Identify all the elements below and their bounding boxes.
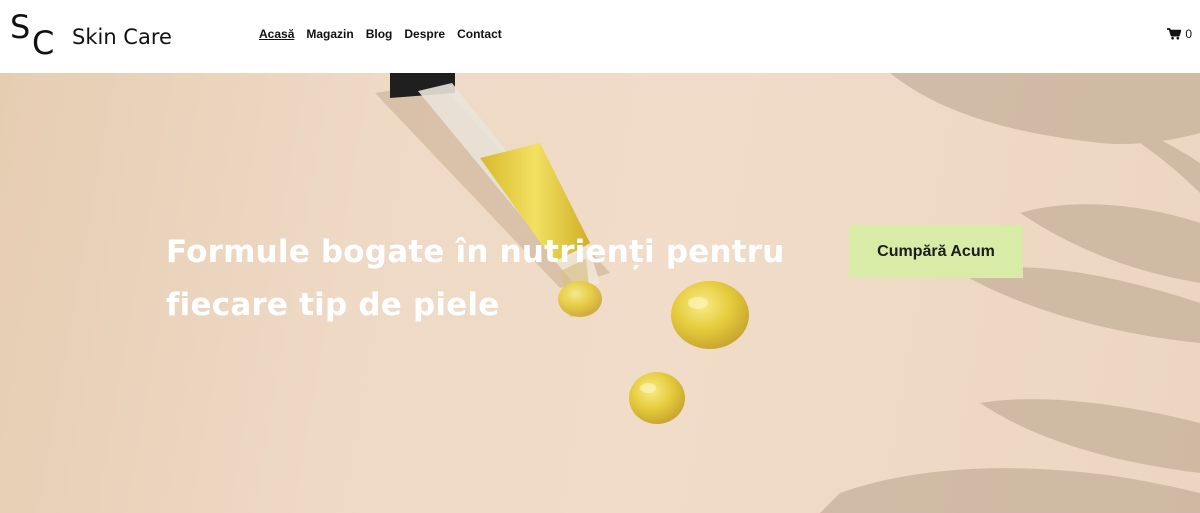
cart-count: 0	[1185, 27, 1192, 41]
brand-logo-mark: S C	[10, 8, 62, 62]
logo-letter-c: C	[32, 24, 55, 62]
brand-name: Skin Care	[72, 25, 172, 49]
nav-item-despre[interactable]: Despre	[404, 27, 445, 41]
site-header: S C Skin Care Acasă Magazin Blog Despre …	[0, 0, 1200, 73]
nav-item-acasa[interactable]: Acasă	[259, 27, 294, 41]
shop-now-button[interactable]: Cumpără Acum	[849, 225, 1023, 278]
hero-banner: Formule bogate în nutrienți pentru fieca…	[0, 73, 1200, 513]
hero-title: Formule bogate în nutrienți pentru fieca…	[166, 234, 785, 323]
main-nav: Acasă Magazin Blog Despre Contact	[259, 27, 502, 41]
nav-item-blog[interactable]: Blog	[366, 27, 393, 41]
cart-link[interactable]: 0	[1167, 27, 1192, 41]
brand-logo-link[interactable]: S C Skin Care	[10, 8, 172, 62]
cart-icon	[1167, 28, 1182, 40]
nav-item-magazin[interactable]: Magazin	[306, 27, 353, 41]
logo-letter-s: S	[10, 8, 31, 46]
nav-item-contact[interactable]: Contact	[457, 27, 502, 41]
